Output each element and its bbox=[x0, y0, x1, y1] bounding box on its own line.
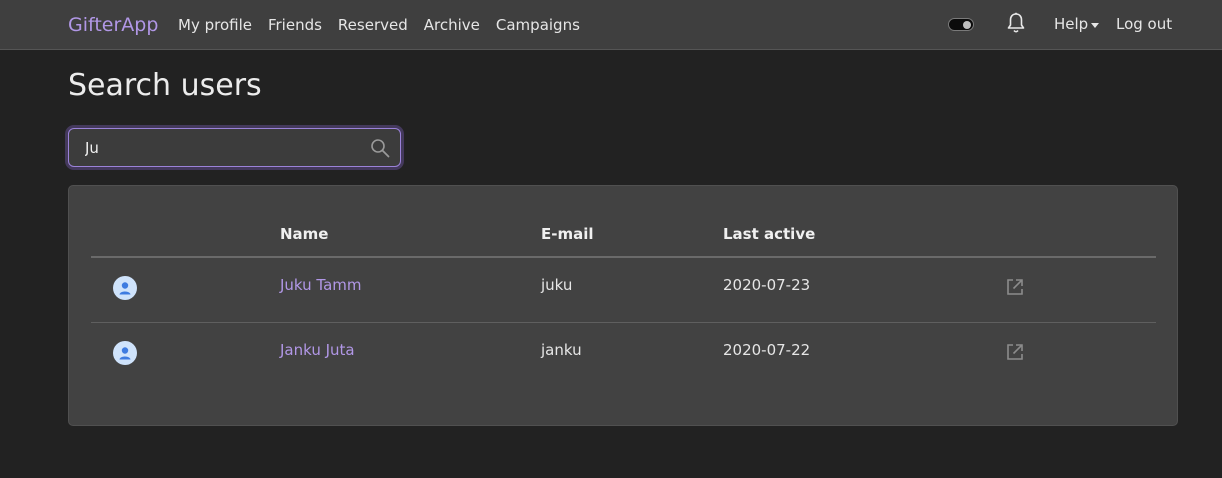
logout-link[interactable]: Log out bbox=[1116, 15, 1172, 33]
top-navbar: GifterApp My profile Friends Reserved Ar… bbox=[0, 0, 1222, 50]
help-dropdown[interactable]: Help bbox=[1054, 15, 1100, 33]
search-input[interactable] bbox=[69, 129, 359, 166]
nav-reserved[interactable]: Reserved bbox=[338, 16, 408, 34]
search-icon[interactable] bbox=[370, 138, 390, 158]
header-divider bbox=[91, 256, 1156, 258]
results-card: Name E-mail Last active Juku Tamm juku 2… bbox=[68, 185, 1178, 426]
user-avatar-icon bbox=[113, 276, 137, 300]
user-email: janku bbox=[541, 341, 582, 359]
row-divider bbox=[91, 322, 1156, 323]
nav-archive[interactable]: Archive bbox=[424, 16, 480, 34]
open-external-icon[interactable] bbox=[1005, 342, 1025, 362]
chevron-down-icon bbox=[1091, 22, 1100, 28]
user-email: juku bbox=[541, 276, 573, 294]
nav-links: My profile Friends Reserved Archive Camp… bbox=[178, 16, 580, 34]
user-last-active: 2020-07-22 bbox=[723, 341, 811, 359]
page-title: Search users bbox=[68, 68, 262, 103]
header-last-active: Last active bbox=[723, 225, 816, 243]
theme-toggle[interactable] bbox=[948, 18, 974, 31]
help-label: Help bbox=[1054, 15, 1089, 33]
user-last-active: 2020-07-23 bbox=[723, 276, 811, 294]
user-name-link[interactable]: Janku Juta bbox=[280, 341, 355, 359]
toggle-knob bbox=[963, 21, 971, 29]
header-name: Name bbox=[280, 225, 329, 243]
user-name-link[interactable]: Juku Tamm bbox=[280, 276, 362, 294]
open-external-icon[interactable] bbox=[1005, 277, 1025, 297]
search-box bbox=[68, 128, 401, 167]
brand-logo[interactable]: GifterApp bbox=[68, 14, 158, 36]
nav-my-profile[interactable]: My profile bbox=[178, 16, 252, 34]
nav-campaigns[interactable]: Campaigns bbox=[496, 16, 580, 34]
nav-friends[interactable]: Friends bbox=[268, 16, 322, 34]
header-email: E-mail bbox=[541, 225, 594, 243]
user-avatar-icon bbox=[113, 341, 137, 365]
bell-icon[interactable] bbox=[1006, 12, 1026, 34]
